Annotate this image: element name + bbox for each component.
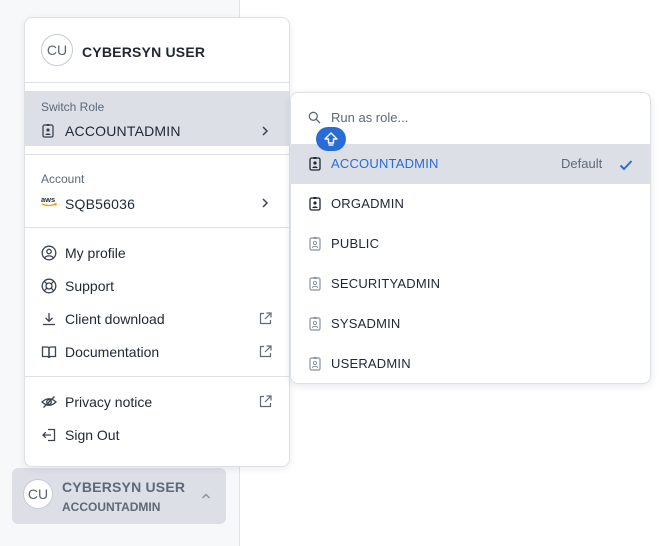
- current-role: ACCOUNTADMIN: [62, 500, 161, 514]
- aws-icon: aws: [41, 194, 59, 212]
- role-badge-icon: [308, 196, 322, 217]
- role-option-securityadmin[interactable]: SECURITYADMIN: [291, 264, 650, 304]
- role-name: USERADMIN: [331, 356, 411, 371]
- role-badge-icon: [308, 156, 322, 177]
- user-circle-icon: [41, 245, 57, 266]
- external-link-icon: [258, 344, 273, 364]
- pointer-badge-icon: [316, 127, 346, 151]
- menu-item-label: Support: [65, 278, 115, 294]
- default-tag: Default: [561, 156, 603, 171]
- svg-text:aws: aws: [41, 195, 55, 204]
- external-link-icon: [258, 311, 273, 331]
- divider: [25, 82, 289, 83]
- avatar: CU: [41, 34, 73, 66]
- role-name: ACCOUNTADMIN: [331, 156, 439, 171]
- role-name: ORGADMIN: [331, 196, 405, 211]
- account-value: SQB56036: [65, 196, 136, 212]
- role-badge-icon: [41, 123, 55, 144]
- role-badge-outline-icon: [308, 356, 322, 377]
- switch-role-value: ACCOUNTADMIN: [65, 123, 181, 139]
- menu-item-my-profile[interactable]: My profile: [25, 238, 289, 268]
- menu-item-support[interactable]: Support: [25, 271, 289, 301]
- divider: [25, 376, 289, 377]
- chevron-right-icon: [259, 124, 271, 143]
- account-label: Account: [41, 172, 85, 186]
- divider: [25, 227, 289, 228]
- menu-item-sign-out[interactable]: Sign Out: [25, 420, 289, 450]
- book-icon: [41, 344, 57, 365]
- role-option-sysadmin[interactable]: SYSADMIN: [291, 304, 650, 344]
- checkmark-icon: [619, 158, 633, 176]
- search-icon: [308, 111, 321, 129]
- role-badge-outline-icon: [308, 236, 322, 257]
- menu-item-documentation[interactable]: Documentation: [25, 337, 289, 367]
- account-menu: CU CYBERSYN USER Switch Role ACCOUNTADMI…: [24, 17, 290, 467]
- switch-role-label: Switch Role: [41, 100, 105, 114]
- menu-item-client-download[interactable]: Client download: [25, 304, 289, 334]
- chevron-up-icon: [200, 489, 212, 507]
- user-menu-toggle[interactable]: CU CYBERSYN USER ACCOUNTADMIN: [12, 468, 226, 524]
- divider: [25, 154, 289, 155]
- download-icon: [41, 311, 57, 332]
- role-badge-outline-icon: [308, 316, 322, 337]
- menu-item-label: Client download: [65, 311, 165, 327]
- role-name: SECURITYADMIN: [331, 276, 441, 291]
- menu-item-privacy-notice[interactable]: Privacy notice: [25, 387, 289, 417]
- menu-user-name: CYBERSYN USER: [82, 44, 206, 60]
- role-name: SYSADMIN: [331, 316, 401, 331]
- role-option-orgadmin[interactable]: ORGADMIN: [291, 184, 650, 224]
- menu-item-label: My profile: [65, 245, 126, 261]
- search-placeholder: Run as role...: [331, 110, 409, 125]
- account-row[interactable]: Account aws SQB56036: [25, 166, 289, 216]
- external-link-icon: [258, 394, 273, 414]
- role-search-input[interactable]: Run as role...: [291, 105, 650, 131]
- lifebuoy-icon: [41, 278, 57, 299]
- avatar: CU: [23, 479, 53, 509]
- chevron-right-icon: [259, 196, 271, 215]
- eye-off-icon: [41, 394, 57, 415]
- role-badge-outline-icon: [308, 276, 322, 297]
- sign-out-icon: [41, 427, 57, 448]
- role-option-accountadmin[interactable]: ACCOUNTADMIN Default: [291, 144, 650, 184]
- role-name: PUBLIC: [331, 236, 380, 251]
- role-option-public[interactable]: PUBLIC: [291, 224, 650, 264]
- menu-item-label: Documentation: [65, 344, 160, 360]
- role-option-useradmin[interactable]: USERADMIN: [291, 344, 650, 384]
- menu-item-label: Sign Out: [65, 427, 120, 443]
- user-name: CYBERSYN USER: [62, 479, 186, 495]
- menu-item-label: Privacy notice: [65, 394, 153, 410]
